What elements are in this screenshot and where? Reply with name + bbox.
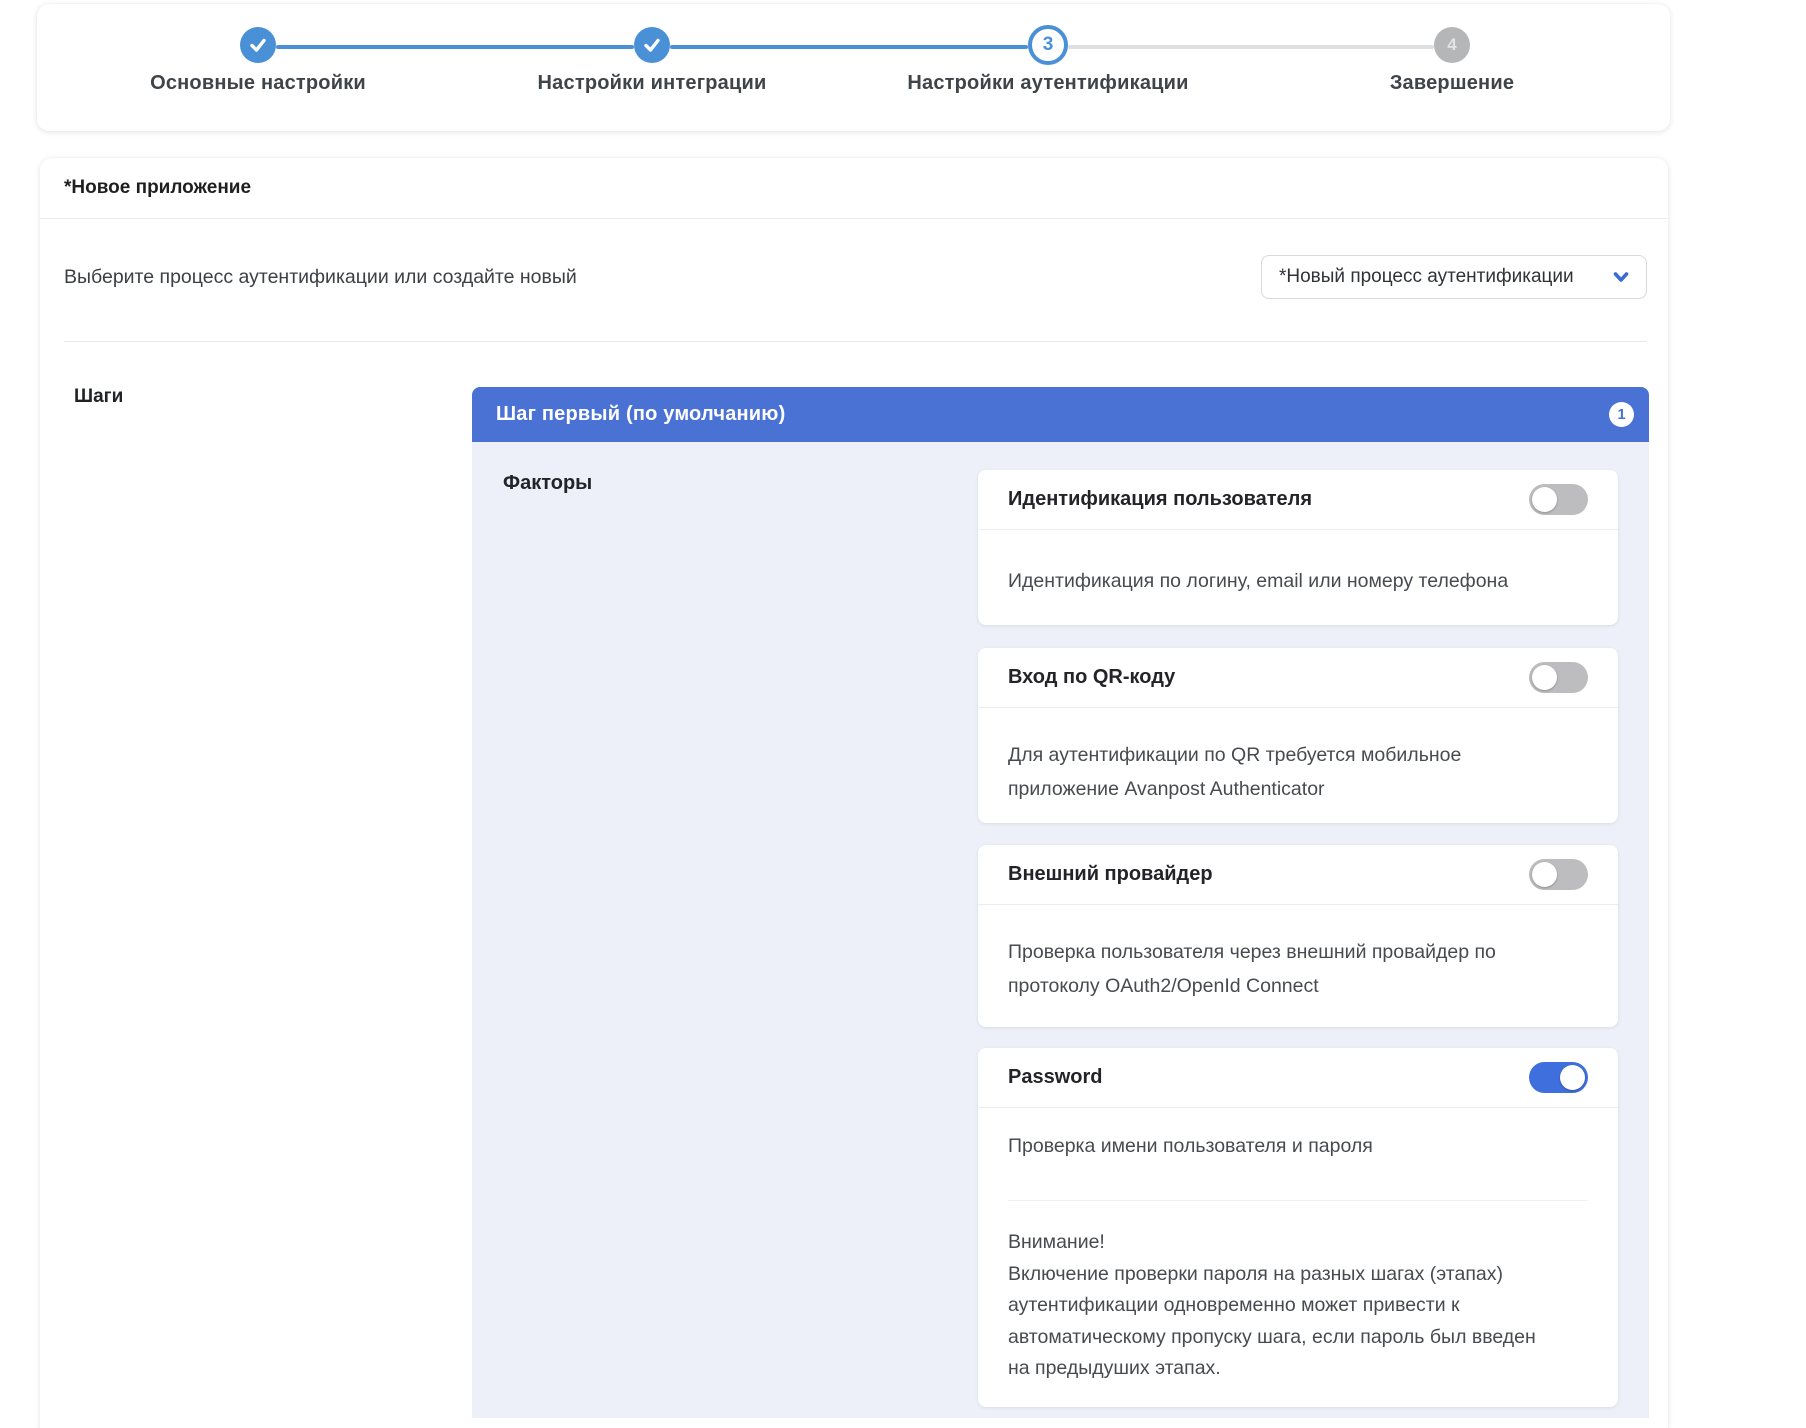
factor-card-qr-login: Вход по QR-коду Для аутентификации по QR… bbox=[978, 648, 1618, 823]
factor-description: Идентификация по логину, email или номер… bbox=[978, 530, 1618, 598]
factor-head: Внешний провайдер bbox=[978, 845, 1618, 905]
password-toggle[interactable] bbox=[1529, 1062, 1588, 1093]
step-2-done-check-icon[interactable] bbox=[634, 27, 670, 63]
warning-line: на предыдуших этапах. bbox=[1008, 1353, 1588, 1385]
factors-label: Факторы bbox=[503, 472, 592, 495]
check-icon bbox=[248, 35, 268, 55]
inner-divider bbox=[1008, 1200, 1588, 1201]
factor-card-password: Password Проверка имени пользователя и п… bbox=[978, 1048, 1618, 1407]
auth-process-label: Выберите процесс аутентификации или созд… bbox=[64, 266, 577, 289]
step-4-number: 4 bbox=[1447, 35, 1456, 55]
factor-title: Вход по QR-коду bbox=[1008, 666, 1529, 689]
warning-line: автоматическому пропуску шага, если паро… bbox=[1008, 1322, 1588, 1354]
factor-card-external-provider: Внешний провайдер Проверка пользователя … bbox=[978, 845, 1618, 1027]
factor-card-user-identification: Идентификация пользователя Идентификация… bbox=[978, 470, 1618, 625]
auth-process-select-value: *Новый процесс аутентификации bbox=[1279, 266, 1602, 288]
step-2-label[interactable]: Настройки интеграции bbox=[442, 72, 862, 95]
description-line: Проверка пользователя через внешний пров… bbox=[1008, 935, 1588, 969]
steps-section-label: Шаги bbox=[74, 386, 123, 408]
factor-description: Для аутентификации по QR требуется мобил… bbox=[978, 708, 1618, 806]
stepper-connector-1-2 bbox=[276, 45, 634, 49]
user-identification-toggle[interactable] bbox=[1529, 484, 1588, 515]
stepper-card: 3 4 Основные настройки Настройки интегра… bbox=[37, 4, 1670, 131]
toggle-knob bbox=[1532, 665, 1557, 690]
stepper-connector-3-4 bbox=[1068, 45, 1434, 49]
toggle-knob bbox=[1560, 1065, 1585, 1090]
factors-panel: Факторы Идентификация пользователя Идент… bbox=[472, 442, 1649, 1418]
step-1-label[interactable]: Основные настройки bbox=[48, 72, 468, 95]
new-application-card: *Новое приложение Выберите процесс аутен… bbox=[40, 158, 1668, 1428]
page-title: *Новое приложение bbox=[64, 177, 251, 199]
toggle-knob bbox=[1532, 862, 1557, 887]
factor-head: Password bbox=[978, 1048, 1618, 1108]
step-1-done-check-icon[interactable] bbox=[240, 27, 276, 63]
description-line: приложение Avanpost Authenticator bbox=[1008, 772, 1588, 806]
external-provider-toggle[interactable] bbox=[1529, 859, 1588, 890]
page: { "colors": { "stepper_blue": "#4a90d6",… bbox=[0, 0, 1806, 1418]
description-line: Проверка имени пользователя и пароля bbox=[1008, 1134, 1588, 1158]
warning-line: Включение проверки пароля на разных шага… bbox=[1008, 1259, 1588, 1291]
warning-line: аутентификации одновременно может привес… bbox=[1008, 1290, 1588, 1322]
step-4-label[interactable]: Завершение bbox=[1242, 72, 1662, 95]
toggle-knob bbox=[1532, 487, 1557, 512]
stepper-connector-2-3 bbox=[670, 45, 1028, 49]
check-icon bbox=[642, 35, 662, 55]
step-4-number-badge[interactable]: 4 bbox=[1434, 27, 1470, 63]
qr-login-toggle[interactable] bbox=[1529, 662, 1588, 693]
step-3-number-badge[interactable]: 3 bbox=[1028, 25, 1068, 65]
factor-title: Внешний провайдер bbox=[1008, 863, 1529, 886]
factor-head: Вход по QR-коду bbox=[978, 648, 1618, 708]
description-line: Для аутентификации по QR требуется мобил… bbox=[1008, 738, 1588, 772]
step-block: Шаг первый (по умолчанию) 1 Факторы Иден… bbox=[472, 387, 1649, 1418]
chevron-down-icon bbox=[1610, 266, 1632, 288]
step-one-header-bar[interactable]: Шаг первый (по умолчанию) 1 bbox=[472, 387, 1649, 442]
section-divider bbox=[64, 341, 1647, 342]
description-line: протоколу OAuth2/OpenId Connect bbox=[1008, 969, 1588, 1003]
step-3-label[interactable]: Настройки аутентификации bbox=[838, 72, 1258, 95]
step-one-title: Шаг первый (по умолчанию) bbox=[496, 403, 1609, 426]
factor-title: Идентификация пользователя bbox=[1008, 488, 1529, 511]
factor-title: Password bbox=[1008, 1066, 1529, 1089]
password-warning: Внимание! Включение проверки пароля на р… bbox=[1008, 1227, 1588, 1385]
factor-head: Идентификация пользователя bbox=[978, 470, 1618, 530]
card-header: *Новое приложение bbox=[40, 158, 1668, 219]
warning-line: Внимание! bbox=[1008, 1227, 1588, 1259]
factor-description: Проверка пользователя через внешний пров… bbox=[978, 905, 1618, 1003]
step-3-number: 3 bbox=[1043, 34, 1054, 56]
step-count-badge: 1 bbox=[1609, 402, 1634, 427]
factor-description: Проверка имени пользователя и пароля Вни… bbox=[978, 1108, 1618, 1385]
description-line: Идентификация по логину, email или номер… bbox=[1008, 564, 1588, 598]
auth-process-select[interactable]: *Новый процесс аутентификации bbox=[1261, 255, 1647, 299]
